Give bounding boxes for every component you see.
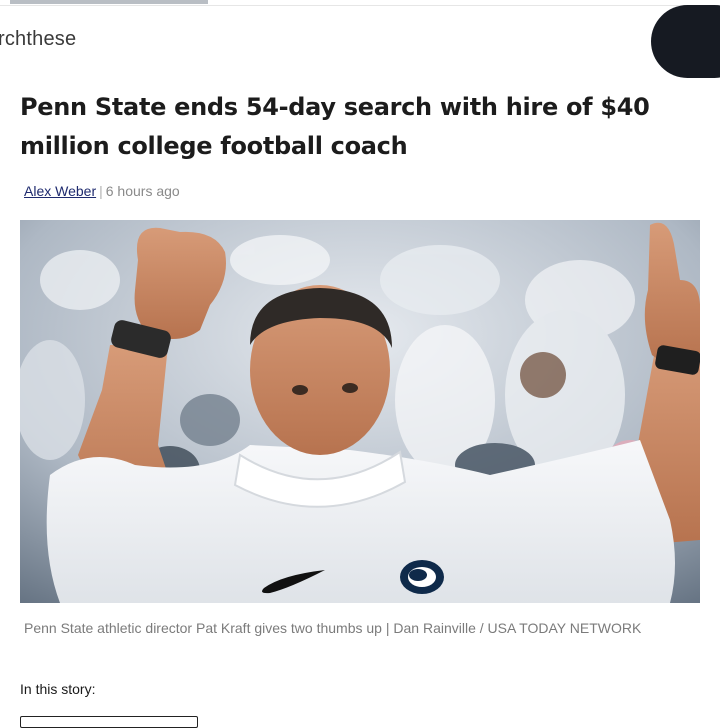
left-eye xyxy=(292,385,308,395)
top-strip xyxy=(0,0,720,6)
byline-separator: | xyxy=(99,183,103,199)
article-headline: Penn State ends 54-day search with hire … xyxy=(20,93,650,160)
menu-pill-button[interactable] xyxy=(651,5,720,78)
site-logo[interactable]: rchthese xyxy=(0,28,76,51)
publish-time: 6 hours ago xyxy=(105,183,180,199)
nav-thumbnail-strip[interactable] xyxy=(10,0,208,4)
hero-image xyxy=(20,220,700,603)
story-tag-button[interactable] xyxy=(20,716,198,728)
in-this-story-label: In this story: xyxy=(20,681,96,697)
author-link[interactable]: Alex Weber xyxy=(24,183,96,199)
nittany-lion-logo-icon xyxy=(400,560,444,594)
byline: Alex Weber | 6 hours ago xyxy=(24,183,180,199)
right-eye xyxy=(342,383,358,393)
image-caption: Penn State athletic director Pat Kraft g… xyxy=(24,620,642,636)
